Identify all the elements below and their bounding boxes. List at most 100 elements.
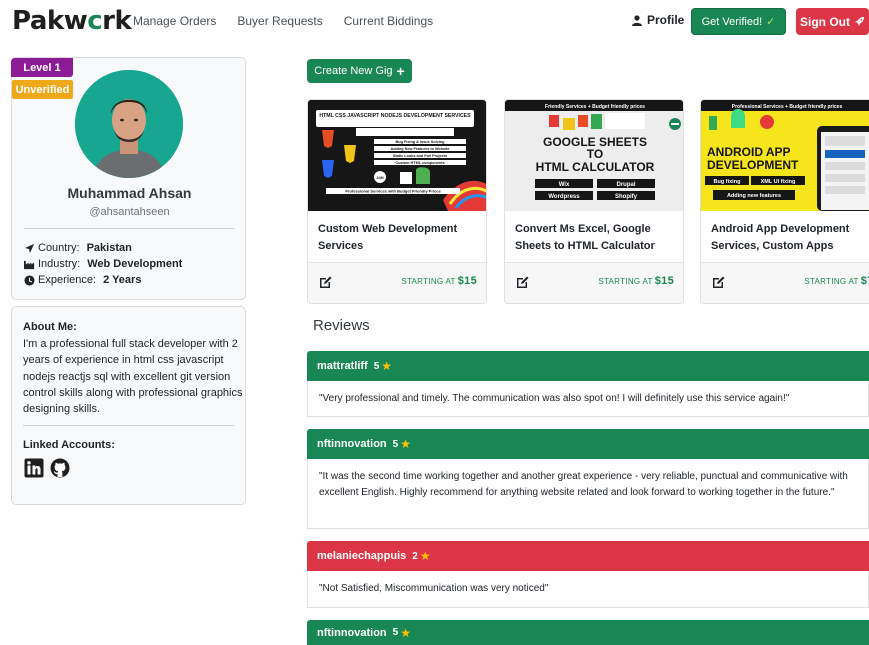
gig-image-line: Bug Fixing & Issue Solving — [396, 140, 446, 144]
gig-footer: STARTING AT $15 — [308, 262, 486, 303]
gig-card[interactable]: HTML CSS JAVASCRIPT NODEJS DEVELOPMENT S… — [307, 99, 487, 304]
review-rating: 5 ★ — [393, 437, 411, 451]
review-text: "Very professional and timely. The commu… — [319, 393, 790, 404]
country-value: Pakistan — [86, 242, 132, 254]
edit-icon[interactable] — [516, 276, 529, 288]
gig-image-tag: Adding new features — [727, 193, 781, 199]
nav-link-buyer-requests[interactable]: Buyer Requests — [237, 14, 322, 28]
gig-image-line: Static Looks and Full Projects — [393, 154, 447, 158]
price-value: $75 — [860, 275, 869, 287]
profile-card: Level 1 Unverified Muhammad Ahsan @ahsan… — [11, 57, 246, 300]
nav-link-current-biddings[interactable]: Current Biddings — [344, 14, 433, 28]
review-rating: 2 ★ — [412, 549, 430, 563]
gig-image-tag: Wix — [559, 182, 570, 188]
profile-link[interactable]: Profile — [632, 13, 684, 27]
plus-icon: + — [396, 63, 405, 79]
country-label: Country: — [38, 242, 80, 254]
unverified-badge: Unverified — [12, 80, 73, 99]
gig-title[interactable]: Custom Web Development Services — [318, 221, 478, 254]
experience-row: Experience: 2 Years — [24, 274, 141, 286]
review-text: "Not Satisfied, Miscommunication was ver… — [319, 583, 549, 594]
location-arrow-icon — [24, 243, 35, 253]
price-value: $15 — [457, 275, 477, 287]
rating-value: 5 — [392, 627, 399, 638]
gig-image-tag: Wordpress — [548, 194, 580, 200]
create-new-gig-button[interactable]: Create New Gig + — [307, 59, 412, 83]
linkedin-icon[interactable] — [24, 458, 44, 478]
industry-icon — [24, 260, 35, 269]
price-value: $15 — [654, 275, 674, 287]
user-handle: @ahsantahseen — [89, 206, 170, 218]
gig-image-headline: DEVELOPMENT — [707, 158, 799, 172]
gig-thumbnail[interactable]: Professional Services + Budget friendly … — [701, 100, 869, 211]
brand-logo[interactable]: Pakwcrk — [12, 6, 132, 36]
gig-title[interactable]: Android App Development Services, Custom… — [711, 221, 869, 254]
sign-out-label: Sign Out — [800, 14, 850, 29]
gig-footer: STARTING AT $15 — [505, 262, 683, 303]
gig-image-tag: Bug fixing — [714, 179, 741, 185]
clock-icon — [24, 274, 35, 286]
get-verified-button[interactable]: Get Verified! ✓ — [691, 8, 786, 35]
gig-image-banner: Friendly Services + Budget friendly pric… — [545, 104, 645, 110]
review-body: "Not Satisfied, Miscommunication was ver… — [307, 571, 869, 608]
country-row: Country: Pakistan — [24, 242, 132, 254]
review-body: "It was the second time working together… — [307, 459, 869, 529]
divider — [24, 228, 234, 229]
gig-thumbnail[interactable]: Friendly Services + Budget friendly pric… — [505, 100, 683, 211]
review-header: nftinnovation 5 ★ — [307, 620, 869, 645]
reviewer-name[interactable]: mattratliff — [317, 360, 368, 372]
github-icon[interactable] — [50, 458, 70, 478]
gig-price: STARTING AT $15 — [401, 275, 477, 287]
about-title: About Me: — [23, 321, 77, 333]
star-icon: ★ — [381, 359, 393, 373]
sign-out-button[interactable]: Sign Out — [796, 8, 869, 35]
linked-accounts-title: Linked Accounts: — [23, 439, 115, 451]
gig-image-line: Adding New Features to Website — [390, 147, 449, 151]
industry-row: Industry: Web Development — [24, 258, 182, 270]
industry-label: Industry: — [38, 258, 81, 270]
review-body: "Very professional and timely. The commu… — [307, 381, 869, 417]
brand-accent: c — [87, 6, 103, 36]
gig-card[interactable]: Friendly Services + Budget friendly pric… — [504, 99, 684, 304]
review-rating: 5 ★ — [393, 626, 411, 640]
linked-accounts — [24, 458, 70, 478]
review-header: nftinnovation 5 ★ — [307, 429, 869, 459]
about-card: About Me: I'm a professional full stack … — [11, 306, 246, 505]
edit-icon[interactable] — [319, 276, 332, 288]
about-text: I'm a professional full stack developer … — [23, 338, 243, 416]
gig-image-tag: Shopify — [615, 194, 638, 200]
reviewer-name[interactable]: nftinnovation — [317, 627, 387, 639]
star-icon: ★ — [400, 625, 411, 640]
gig-image-line: Custom HTML components — [395, 161, 444, 165]
get-verified-label: Get Verified! — [701, 15, 763, 28]
experience-label: Experience: — [38, 274, 97, 286]
reviewer-name[interactable]: nftinnovation — [317, 438, 387, 450]
gig-price: STARTING AT $15 — [598, 275, 674, 287]
gig-image-headline: TO — [587, 147, 603, 161]
gig-thumbnail[interactable]: HTML CSS JAVASCRIPT NODEJS DEVELOPMENT S… — [308, 100, 486, 211]
navbar: Pakwcrk Manage Orders Buyer Requests Cur… — [0, 0, 869, 44]
gig-image-banner: HTML CSS JAVASCRIPT NODEJS DEVELOPMENT S… — [319, 113, 471, 119]
starting-at-label: STARTING AT — [598, 277, 653, 286]
gig-image-tag: Drupal — [616, 182, 635, 188]
rating-value: 2 — [412, 550, 418, 562]
gig-image-headline: ANDROID APP — [707, 145, 791, 159]
review-header: mattratliff 5 ★ — [307, 351, 869, 381]
create-new-gig-label: Create New Gig — [314, 65, 393, 77]
gig-footer: STARTING AT$75 — [701, 262, 869, 303]
rocket-icon — [854, 16, 865, 27]
edit-icon[interactable] — [712, 276, 725, 288]
gig-card[interactable]: Professional Services + Budget friendly … — [700, 99, 869, 304]
gig-price: STARTING AT$75 — [804, 275, 869, 287]
nav-link-manage-orders[interactable]: Manage Orders — [133, 14, 216, 28]
reviewer-name[interactable]: melaniechappuis — [317, 550, 406, 562]
user-icon — [632, 14, 642, 26]
gig-image-footer: Professional Services with Budget Friend… — [345, 189, 441, 194]
gig-title[interactable]: Convert Ms Excel, Google Sheets to HTML … — [515, 221, 675, 254]
divider — [23, 425, 234, 426]
review-header: melaniechappuis 2 ★ — [307, 541, 869, 571]
rating-value: 5 — [373, 360, 380, 372]
user-name: Muhammad Ahsan — [67, 185, 192, 201]
nav-links: Manage Orders Buyer Requests Current Bid… — [133, 14, 433, 28]
industry-value: Web Development — [87, 258, 183, 270]
